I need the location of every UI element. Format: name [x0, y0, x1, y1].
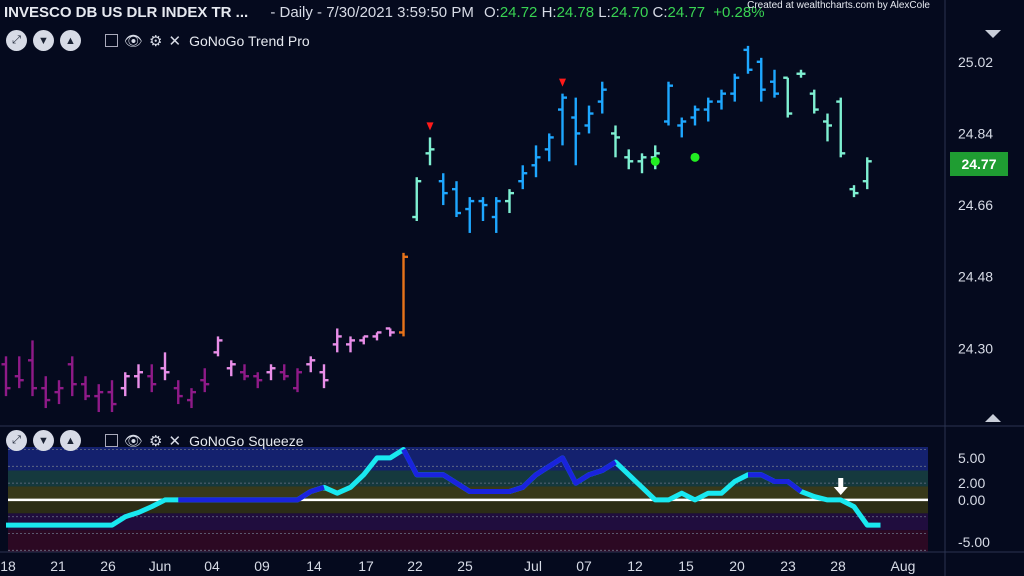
close-icon[interactable]: ✕	[169, 32, 182, 50]
x-tick: 12	[627, 558, 643, 574]
x-tick: 04	[204, 558, 220, 574]
x-tick: 09	[254, 558, 270, 574]
go-dot	[690, 152, 700, 162]
move-down-icon[interactable]: ▼	[33, 430, 54, 451]
chart-header: INVESCO DB US DLR INDEX TR ... - Daily -…	[4, 4, 765, 21]
collapse-icon[interactable]	[105, 434, 118, 447]
chart-canvas: 25.02 24.84 24.66 24.48 24.30 5.00 2.000.00 -5.…	[0, 0, 1024, 576]
trend-y-tick: 24.66	[958, 197, 993, 213]
squeeze-y-tick: 0.00	[958, 492, 985, 508]
ohlc-low: 24.70	[610, 4, 649, 21]
x-tick: 14	[306, 558, 322, 574]
trend-panel-label: GoNoGo Trend Pro	[189, 32, 310, 49]
x-tick: 07	[576, 558, 592, 574]
squeeze-panel	[6, 447, 928, 552]
x-tick: 17	[358, 558, 374, 574]
eye-icon[interactable]: 👁	[124, 432, 143, 450]
x-tick: 21	[50, 558, 66, 574]
chart-details: - Daily - 7/30/2021 3:59:50 PM	[270, 4, 474, 21]
x-tick: Jul	[524, 558, 542, 574]
go-dot	[650, 156, 660, 166]
ohlc-low-label: L:	[598, 4, 611, 21]
ohlc-high-label: H:	[541, 4, 557, 21]
x-tick: 15	[678, 558, 694, 574]
trend-y-tick: 24.84	[958, 125, 993, 141]
move-down-icon[interactable]: ▼	[33, 30, 54, 51]
squeeze-toolbar: ⤢ ▼ ▲ 👁 ⚙ ✕ GoNoGo Squeeze	[6, 430, 303, 451]
x-tick: 28	[830, 558, 846, 574]
squeeze-y-tick: -5.00	[958, 534, 990, 550]
squeeze-panel-label: GoNoGo Squeeze	[189, 432, 304, 449]
move-up-icon[interactable]: ▲	[60, 430, 81, 451]
collapse-icon[interactable]	[105, 34, 118, 47]
credit-text: Created at wealthcharts.com by AlexCole	[747, 0, 930, 11]
trend-y-tick: 25.02	[958, 54, 993, 70]
squeeze-y-tick: 2.00	[958, 475, 985, 491]
ohlc-close: 24.77	[667, 4, 706, 21]
x-tick: Aug	[891, 558, 916, 574]
instrument-name: INVESCO DB US DLR INDEX TR ...	[4, 4, 249, 21]
x-tick: 18	[0, 558, 16, 574]
ohlc-close-label: C:	[652, 4, 668, 21]
x-tick: Jun	[149, 558, 172, 574]
squeeze-y-tick: 5.00	[958, 450, 985, 466]
trend-y-tick: 24.30	[958, 340, 993, 356]
squeeze-band	[8, 513, 928, 531]
eye-icon[interactable]: 👁	[124, 32, 143, 50]
last-price-badge: 24.77	[950, 152, 1008, 176]
x-tick: 25	[457, 558, 473, 574]
x-tick: 26	[100, 558, 116, 574]
gear-icon[interactable]: ⚙	[149, 432, 162, 450]
trend-toolbar: ⤢ ▼ ▲ 👁 ⚙ ✕ GoNoGo Trend Pro	[6, 30, 310, 51]
ohlc-high: 24.78	[556, 4, 595, 21]
x-tick: 22	[407, 558, 423, 574]
ohlc-open: 24.72	[499, 4, 538, 21]
ohlc-open-label: O:	[484, 4, 500, 21]
x-tick: 23	[780, 558, 796, 574]
move-up-icon[interactable]: ▲	[60, 30, 81, 51]
trend-y-tick: 24.48	[958, 269, 993, 285]
gear-icon[interactable]: ⚙	[149, 32, 162, 50]
close-icon[interactable]: ✕	[169, 432, 182, 450]
expand-icon[interactable]: ⤢	[6, 30, 27, 51]
expand-icon[interactable]: ⤢	[6, 430, 27, 451]
x-tick: 20	[729, 558, 745, 574]
